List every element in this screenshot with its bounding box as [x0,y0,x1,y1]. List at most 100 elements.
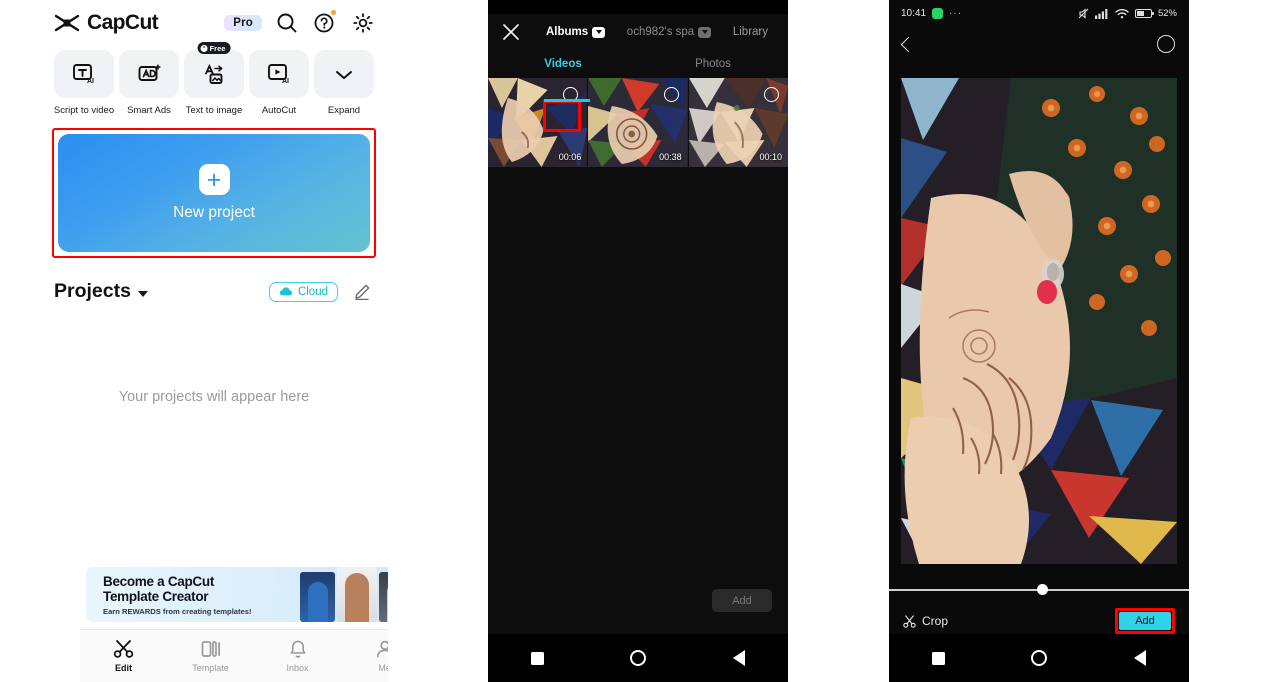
tab-me[interactable]: Me [341,639,388,673]
select-circle-highlight [543,100,581,132]
select-circle-icon[interactable] [1157,35,1175,53]
thumbnail-duration: 00:10 [759,152,782,162]
promo-image-3 [378,572,388,622]
gear-icon[interactable] [350,10,376,36]
projects-sort-caret-icon[interactable] [137,290,148,297]
android-nav-bar [889,634,1189,682]
preview-nav-bar [889,26,1189,62]
albums-label: Albums [546,26,589,38]
media-type-tabs: Videos Photos [488,50,788,78]
new-project-label: New project [173,204,255,221]
select-circle-icon[interactable] [763,87,779,102]
help-icon[interactable] [312,10,338,36]
scrubber-knob[interactable] [1037,584,1048,595]
chevron-down-icon [698,26,712,38]
tool-text-to-image[interactable]: Free Text to image [184,42,244,116]
add-button[interactable]: Add [1119,612,1171,630]
media-thumbnail[interactable]: 00:38 [588,78,688,167]
account-dropdown[interactable]: och982's spa [627,26,712,38]
triangle-back-icon[interactable] [1133,650,1146,666]
status-time: 10:41 [901,7,927,19]
status-more-icon: ··· [949,7,963,19]
promo-subtitle: Earn REWARDS from creating templates! [103,607,252,617]
square-icon[interactable] [932,651,946,665]
library-tab[interactable]: Library [733,26,768,38]
screenshot-stage: CapCut Pro AI Script to video Smart Ads … [0,0,1280,682]
media-thumbnail-grid: 00:06 00:38 00:10 [488,78,788,167]
chevron-down-icon [592,26,606,38]
scissors-icon [113,640,133,658]
projects-header: Projects Cloud [40,258,388,303]
square-icon[interactable] [531,651,545,665]
crop-label: Crop [922,614,949,628]
promo-image-2 [337,567,377,622]
chevron-down-icon [314,50,374,98]
video-preview[interactable] [901,78,1177,564]
tool-label: Smart Ads [127,105,171,116]
notification-dot [331,10,336,15]
tool-autocut[interactable]: AI AutoCut [249,50,309,116]
close-icon[interactable] [502,23,520,41]
media-preview-panel: 10:41 ··· 52% Crop Add [889,0,1189,682]
new-project-button[interactable]: New project [58,134,370,252]
battery-percent: 52% [1157,7,1177,19]
circle-icon[interactable] [1031,650,1048,666]
plus-icon [198,164,230,195]
select-circle-icon[interactable] [663,87,679,102]
cloud-button[interactable]: Cloud [268,281,338,302]
whatsapp-icon [932,7,944,19]
thumbnail-duration: 00:38 [659,152,682,162]
media-thumbnail[interactable]: 00:10 [688,78,788,167]
page-title: Projects [54,280,131,302]
tool-script-to-video[interactable]: AI Script to video [54,50,114,116]
text-to-image-icon [184,50,244,98]
promo-text: Become a CapCut Template Creator Earn RE… [86,567,300,622]
crop-button[interactable]: Crop [903,614,948,628]
new-project-highlight: New project [52,128,376,258]
tool-label: Text to image [185,105,243,116]
tab-label: Me [378,663,388,673]
chevron-left-icon[interactable] [900,36,917,52]
thumbnail-duration: 00:06 [558,152,582,162]
pro-badge[interactable]: Pro [224,15,262,31]
free-badge: Free [197,42,231,54]
android-nav-bar [488,634,788,682]
promo-banner[interactable]: Become a CapCut Template Creator Earn RE… [86,567,388,622]
tab-edit[interactable]: Edit [80,639,167,673]
tab-photos[interactable]: Photos [638,58,788,70]
scissors-icon [903,614,916,628]
thumbnail-progress-bar [544,99,590,102]
tool-smart-ads[interactable]: Smart Ads [119,50,179,116]
circle-icon[interactable] [630,650,647,666]
clock-icon [200,44,208,52]
tab-template[interactable]: Template [167,639,254,673]
preview-scrubber[interactable] [889,584,1189,595]
picker-action-bar: Add [488,585,788,629]
triangle-back-icon[interactable] [732,650,745,666]
svg-text:AI: AI [87,78,94,85]
tool-label: AutoCut [261,105,297,116]
promo-line-2: Template Creator [103,589,209,605]
edit-pencil-icon[interactable] [352,282,372,302]
free-badge-label: Free [209,43,226,53]
wifi-icon [1115,8,1129,18]
albums-dropdown[interactable]: Albums [546,26,606,38]
tab-videos[interactable]: Videos [488,58,638,70]
search-icon[interactable] [274,10,300,36]
tool-label: Script to video [53,105,115,116]
status-left: 10:41 ··· [901,7,963,19]
add-button[interactable]: Add [712,589,772,612]
status-right: 52% [1078,8,1177,19]
tool-expand[interactable]: Expand [314,50,374,116]
tab-label: Edit [115,663,132,673]
script-to-video-icon: AI [54,50,114,98]
template-icon [201,641,220,657]
tab-label: Template [192,663,229,673]
mute-icon [1078,7,1089,19]
picker-source-tabs: Albums och982's spa Library [520,26,774,38]
cloud-icon [279,287,292,296]
ai-tools-row: AI Script to video Smart Ads Free Text t… [40,40,388,116]
tab-inbox[interactable]: Inbox [254,639,341,673]
capcut-home-panel: CapCut Pro AI Script to video Smart Ads … [40,0,388,682]
promo-images [300,567,388,622]
